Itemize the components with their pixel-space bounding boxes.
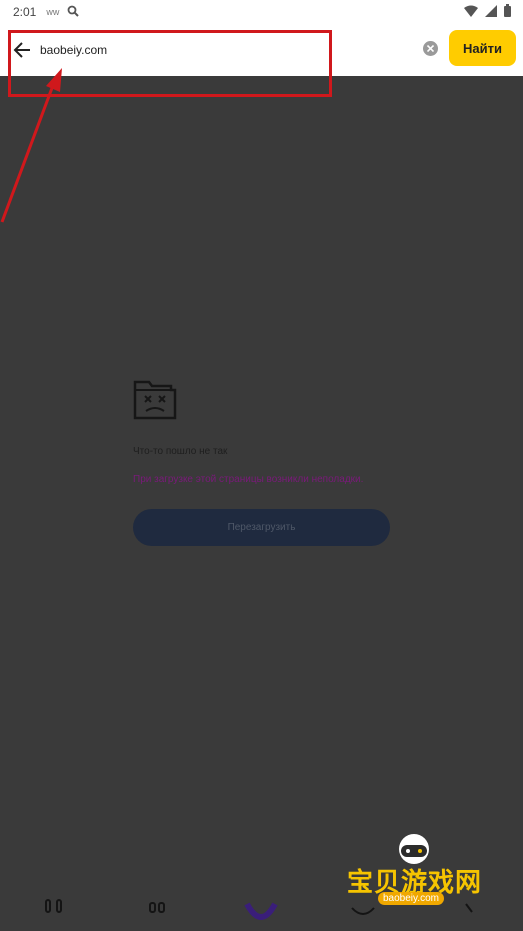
error-description: При загрузке этой страницы возникли непо… xyxy=(133,474,364,485)
broken-folder-icon xyxy=(133,380,177,425)
status-icons xyxy=(464,4,511,20)
alice-icon[interactable] xyxy=(244,896,280,926)
notification-icon: ww xyxy=(46,7,60,17)
status-bar: 2:01 ww xyxy=(0,0,523,24)
watermark-text: 宝贝游戏网 xyxy=(347,868,483,898)
gamepad-icon xyxy=(392,834,436,873)
tabs-icon[interactable] xyxy=(42,896,78,926)
url-input[interactable] xyxy=(40,43,420,57)
clear-input-icon[interactable] xyxy=(423,41,438,56)
status-search-icon xyxy=(67,5,80,20)
annotation-arrow xyxy=(0,68,62,223)
back-arrow-icon[interactable] xyxy=(11,39,33,61)
find-button[interactable]: Найти xyxy=(449,30,516,66)
battery-icon xyxy=(504,4,511,20)
status-time: 2:01 xyxy=(13,5,37,19)
wifi-icon xyxy=(464,5,478,20)
search-bar: Найти xyxy=(0,24,523,76)
grid-icon[interactable] xyxy=(146,896,182,926)
search-nav-icon[interactable] xyxy=(454,896,490,926)
chat-icon[interactable] xyxy=(349,896,385,926)
signal-icon xyxy=(485,4,497,20)
reload-button[interactable]: Перезагрузить xyxy=(133,509,390,546)
error-title: Что-то пошло не так xyxy=(133,446,228,457)
bottom-nav xyxy=(0,896,523,929)
